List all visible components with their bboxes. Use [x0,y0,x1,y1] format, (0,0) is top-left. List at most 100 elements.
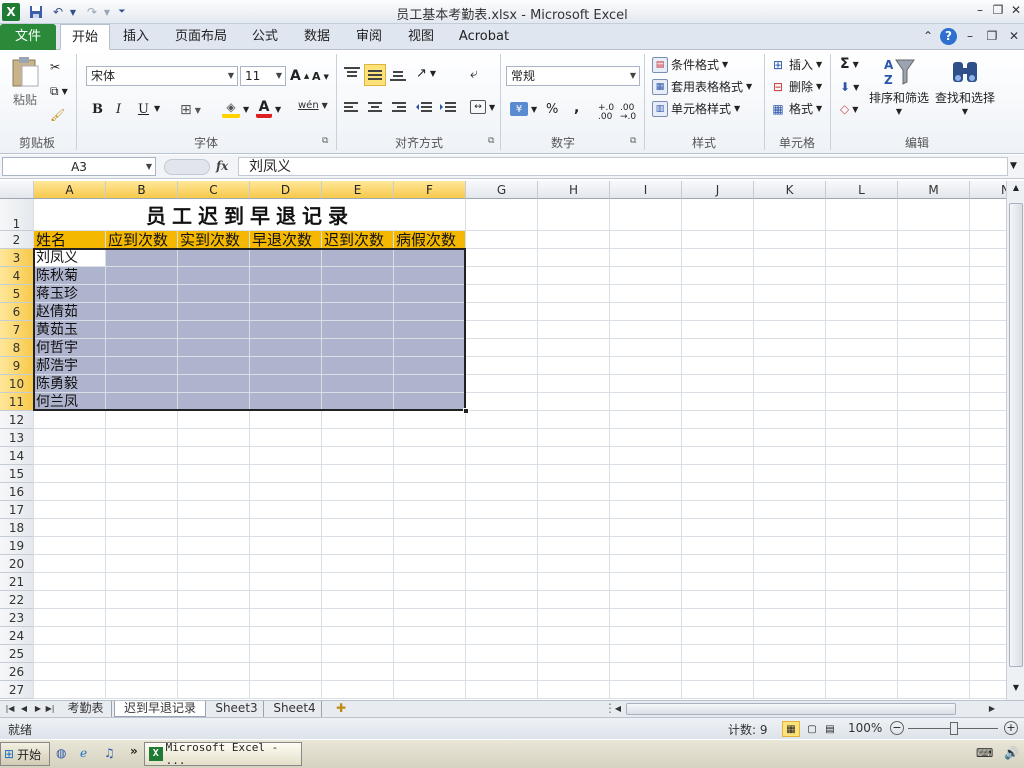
font-name-select[interactable]: 宋体 ▼ [86,66,238,86]
employee-name-cell[interactable]: 陈勇毅 [36,375,104,393]
row-header[interactable]: 5 [0,285,34,303]
scroll-thumb[interactable] [1009,203,1023,667]
page-break-view-icon[interactable]: ▤ [822,721,838,737]
decrease-indent-icon[interactable] [416,102,432,114]
row-header[interactable]: 27 [0,681,34,699]
formula-input[interactable]: 刘凤义 [238,157,1008,176]
employee-name-cell[interactable]: 赵倩茹 [36,303,104,321]
copy-icon[interactable]: ⧉ ▼ [50,84,68,99]
tab-page-layout[interactable]: 页面布局 [168,24,234,50]
decrease-decimal-button[interactable]: .00 →.0 [620,104,640,122]
zoom-out-icon[interactable]: − [890,721,904,735]
row-header[interactable]: 26 [0,663,34,681]
row-header[interactable]: 19 [0,537,34,555]
format-cells-button[interactable]: ▦ 格式 ▼ [770,100,822,117]
column-header[interactable]: H [538,181,610,199]
align-right-icon[interactable] [392,102,406,114]
scroll-down-icon[interactable]: ▼ [1009,683,1023,697]
employee-name-cell[interactable]: 陈秋菊 [36,267,104,285]
scroll-right-icon[interactable]: ▶ [986,701,998,717]
row-header[interactable]: 16 [0,483,34,501]
dialog-launcher-icon[interactable]: ⧉ [322,136,328,146]
restore-icon[interactable]: ❐ [990,3,1006,19]
page-layout-view-icon[interactable]: ▢ [804,721,820,737]
percent-button[interactable]: % [546,102,558,117]
orientation-icon[interactable]: ↗ ▼ [416,66,436,81]
name-box[interactable]: A3 ▼ [2,157,156,176]
wb-restore-icon[interactable]: ❐ [984,29,1000,45]
select-all-corner[interactable] [0,181,34,199]
row-header[interactable]: 8 [0,339,34,357]
shrink-font-button[interactable]: A ▼ [312,70,329,83]
sheet-tab-sheet3[interactable]: Sheet3 [210,701,264,717]
row-header[interactable]: 18 [0,519,34,537]
volume-tray-icon[interactable]: 🔊 [1004,746,1019,760]
column-header[interactable]: C [178,181,250,199]
vertical-scrollbar[interactable]: ▲ ▼ [1006,181,1024,700]
employee-name-cell[interactable]: 蒋玉珍 [36,285,104,303]
sheet-tab-late-early[interactable]: 迟到早退记录 [114,701,206,717]
row-header[interactable]: 13 [0,429,34,447]
font-size-select[interactable]: 11 ▼ [240,66,286,86]
autosum-button[interactable]: Σ ▼ [840,56,859,72]
dialog-launcher-icon[interactable]: ⧉ [630,136,636,146]
paste-button[interactable]: 粘贴 [8,56,42,114]
insert-function-icon[interactable]: fx [216,159,228,173]
zoom-level[interactable]: 100% [848,721,882,735]
tab-home[interactable]: 开始 [60,24,110,50]
row-header[interactable]: 2 [0,231,34,249]
column-header[interactable]: B [106,181,178,199]
media-icon[interactable]: ♫ [104,746,115,760]
align-top-icon[interactable] [344,66,360,80]
clear-icon[interactable]: ◇ ▼ [840,102,858,116]
row-header[interactable]: 12 [0,411,34,429]
sheet-tab-sheet4[interactable]: Sheet4 [268,701,322,717]
column-header[interactable]: L [826,181,898,199]
keyboard-tray-icon[interactable]: ⌨ [976,746,993,760]
first-sheet-icon[interactable]: |◀ [4,701,16,717]
worksheet-grid[interactable]: A B C D E F G H I J K L M N 1 2 3 4 5 6 7 8 9 10 11 12 13 14 15 16 17 1… [0,181,1006,700]
next-sheet-icon[interactable]: ▶ [32,701,44,717]
underline-button[interactable]: U [138,102,149,117]
row-header[interactable]: 22 [0,591,34,609]
wb-close-icon[interactable]: ✕ [1006,29,1022,45]
horizontal-scroll-thumb[interactable] [626,703,956,715]
merge-center-icon[interactable]: ↔ ▼ [470,100,495,114]
expand-formula-icon[interactable]: ▼ [1010,161,1017,171]
tab-split-handle[interactable]: ⋮ [604,701,616,717]
row-header[interactable]: 15 [0,465,34,483]
help-icon[interactable]: ? [940,28,957,45]
start-button[interactable]: ⊞ 开始 [0,742,50,766]
browser-icon[interactable]: ℯ [80,746,87,760]
row-header[interactable]: 20 [0,555,34,573]
tab-insert[interactable]: 插入 [114,24,158,50]
insert-cells-button[interactable]: ⊞ 插入 ▼ [770,56,822,73]
row-header[interactable]: 9 [0,357,34,375]
align-center-icon[interactable] [368,102,382,114]
row-header[interactable]: 3 [0,249,34,267]
zoom-slider-thumb[interactable] [950,722,958,735]
format-table-button[interactable]: ▦ 套用表格格式 ▼ [652,78,752,95]
row-header[interactable]: 6 [0,303,34,321]
column-header[interactable]: F [394,181,466,199]
column-header[interactable]: N [970,181,1006,199]
scroll-left-icon[interactable]: ◀ [612,701,624,717]
phonetic-button[interactable]: wén ▼ [298,100,328,111]
currency-icon[interactable]: ¥ ▼ [510,102,537,116]
tab-file[interactable]: 文件 [0,24,56,50]
employee-name-cell[interactable]: 何哲宇 [36,339,104,357]
show-desktop-icon[interactable]: ◍ [56,746,66,760]
column-header[interactable]: J [682,181,754,199]
tab-view[interactable]: 视图 [400,24,442,50]
align-bottom-icon[interactable] [390,68,406,82]
underline-dropdown-icon[interactable]: ▼ [154,104,160,113]
cut-icon[interactable]: ✂ [50,60,60,74]
bold-button[interactable]: B [92,102,103,117]
row-header[interactable]: 11 [0,393,34,411]
find-select-button[interactable]: 查找和选择 ▼ [934,56,996,116]
row-header[interactable]: 10 [0,375,34,393]
delete-cells-button[interactable]: ⊟ 删除 ▼ [770,78,822,95]
increase-decimal-button[interactable]: +.0 .00 [598,104,618,122]
border-icon[interactable]: ⊞ ▼ [180,102,201,118]
column-header[interactable]: M [898,181,970,199]
